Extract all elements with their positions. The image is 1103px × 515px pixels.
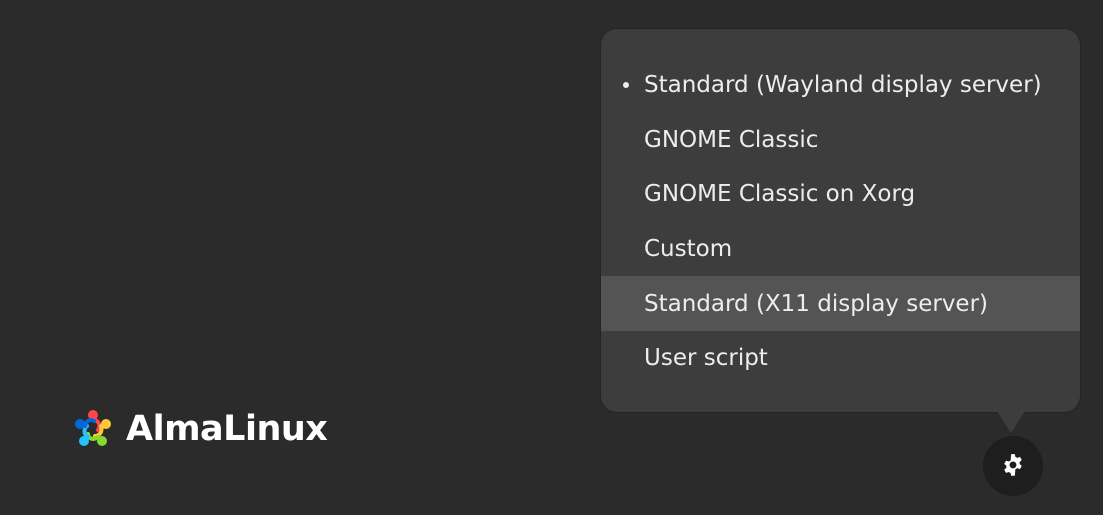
session-item-label: GNOME Classic	[644, 126, 819, 153]
session-item-label: Standard (Wayland display server)	[644, 72, 1042, 99]
session-item-label: GNOME Classic on Xorg	[644, 181, 916, 208]
session-menu-popover: Standard (Wayland display server) GNOME …	[601, 29, 1080, 412]
session-item-gnome-classic[interactable]: GNOME Classic	[601, 113, 1080, 168]
gear-icon	[1004, 454, 1022, 476]
session-item-user-script[interactable]: User script	[601, 331, 1080, 386]
selected-bullet-icon	[623, 82, 629, 89]
almalinux-logo: AlmaLinux	[66, 402, 328, 456]
almalinux-logo-icon	[75, 410, 111, 446]
brand-name: AlmaLinux	[126, 409, 328, 449]
session-item-label: Standard (X11 display server)	[644, 290, 989, 317]
popover-arrow	[997, 411, 1025, 433]
session-item-standard-wayland[interactable]: Standard (Wayland display server)	[601, 58, 1080, 113]
session-item-custom[interactable]: Custom	[601, 222, 1080, 277]
session-item-gnome-classic-xorg[interactable]: GNOME Classic on Xorg	[601, 167, 1080, 222]
session-item-standard-x11[interactable]: Standard (X11 display server)	[601, 276, 1080, 331]
session-item-label: User script	[644, 345, 768, 372]
session-settings-button[interactable]	[983, 436, 1043, 496]
session-menu: Standard (Wayland display server) GNOME …	[601, 58, 1080, 386]
session-item-label: Custom	[644, 236, 733, 263]
login-screen: AlmaLinux Standard (Wayland display serv…	[0, 0, 1103, 515]
